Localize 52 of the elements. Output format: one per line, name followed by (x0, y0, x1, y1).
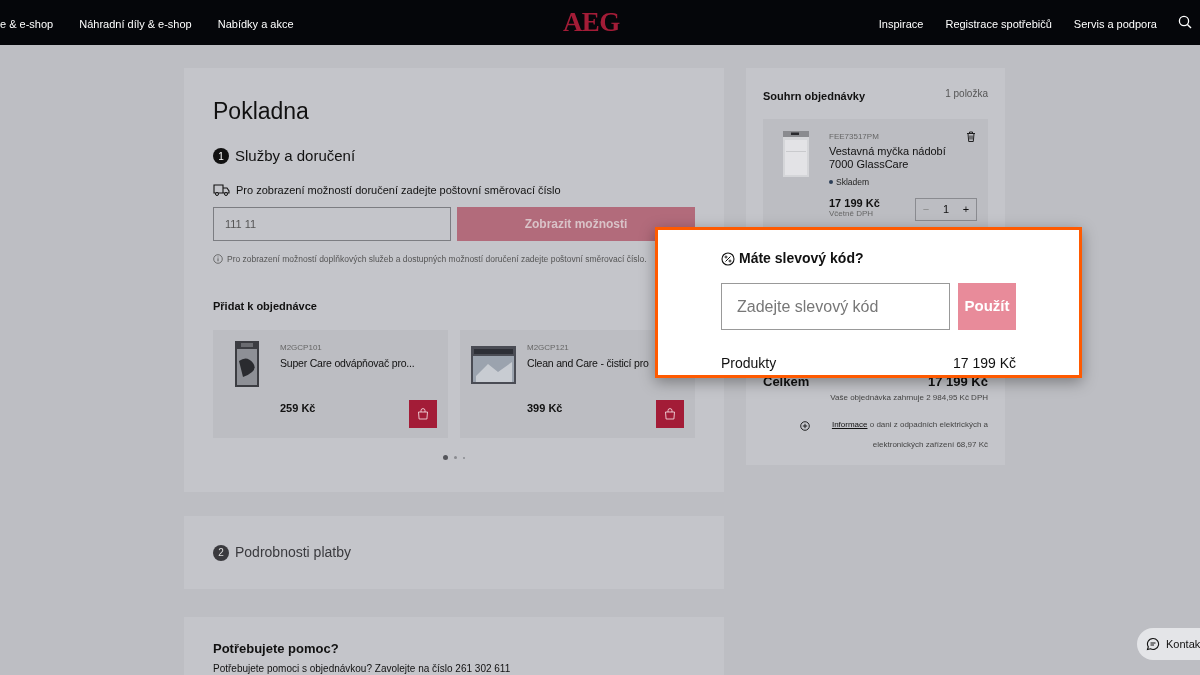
truck-icon (213, 183, 230, 196)
products-value: 17 199 Kč (952, 354, 1016, 373)
chat-icon (1146, 637, 1160, 651)
info-note: Pro zobrazení možností doplňkových služeb a dostupných možností doručení zadejte poštovní směrovací číslo. (227, 253, 647, 266)
discount-title: Máte slevový kód? (739, 249, 864, 268)
information-link[interactable]: Informace (831, 420, 868, 429)
tax-info-text: Informace o dani z odpadních elektrických a elektronických zařízení 68,97 Kč (830, 419, 988, 451)
info-icon (213, 254, 223, 265)
plus-circle-icon (800, 421, 810, 431)
shopping-bag-icon (417, 408, 429, 421)
percent-badge-icon (721, 251, 735, 266)
vat-note: Včetně DPH (829, 209, 874, 220)
stock-status: Skladem (836, 175, 870, 189)
nav-link[interactable]: e & e-shop (0, 16, 54, 33)
nav-link[interactable]: Inspirace (878, 16, 924, 33)
product-name: Clean and Care - čisticí pro (527, 356, 650, 372)
step-title: Podrobnosti platby (235, 543, 351, 562)
postal-code-field[interactable]: 111 11 (213, 207, 452, 241)
products-label: Produkty (721, 354, 777, 373)
add-to-cart-button[interactable] (409, 400, 437, 429)
help-title: Potřebujete pomoc? (213, 640, 340, 658)
search-icon[interactable] (1178, 15, 1192, 29)
total-label: Celkem (763, 372, 810, 391)
nav-link[interactable]: Servis a podpora (1073, 16, 1157, 33)
add-to-cart-button[interactable] (656, 400, 684, 429)
vat-info: Vaše objednávka zahrnuje 2 984,95 Kč DPH (829, 392, 988, 404)
delivery-hint: Pro zobrazení možností doručení zadejte poštovní směrovací číslo (236, 182, 561, 198)
page-title: Pokladna (213, 97, 310, 126)
product-code: M2GCP121 (527, 342, 570, 355)
product-name: Super Care odvápňovač pro... (280, 356, 416, 372)
contact-button[interactable]: Kontak (1137, 628, 1200, 660)
discount-code-field[interactable]: Zadejte slevový kód (721, 283, 950, 330)
product-code: M2GCP101 (280, 342, 323, 355)
nav-link[interactable]: Náhradní díly & e-shop (79, 16, 192, 33)
trash-icon[interactable] (966, 130, 976, 142)
product-price: 17 199 Kč (829, 197, 880, 210)
product-code: FEE73517PM (829, 130, 880, 143)
summary-title: Souhrn objednávky (763, 89, 866, 104)
quantity-value: 1 (942, 201, 950, 217)
help-text: Potřebujete pomoci s objednávkou? Zavolejte na číslo 261 302 611 (213, 661, 512, 675)
nav-link[interactable]: Nabídky a akce (217, 16, 294, 33)
shopping-bag-icon (664, 408, 676, 421)
step-title: Služby a doručení (235, 146, 356, 166)
step-number: 2 (213, 544, 229, 561)
product-name: Vestavná myčka nádobí 7000 GlassCare (829, 144, 947, 171)
nav-link[interactable]: Registrace spotřebičů (945, 16, 1052, 33)
increase-button[interactable]: + (962, 200, 970, 218)
product-price: 399 Kč (527, 401, 563, 417)
step-number: 1 (213, 148, 229, 165)
section-title: Přidat k objednávce (213, 298, 318, 314)
product-price: 259 Kč (280, 401, 316, 417)
item-count: 1 položka (945, 87, 988, 101)
